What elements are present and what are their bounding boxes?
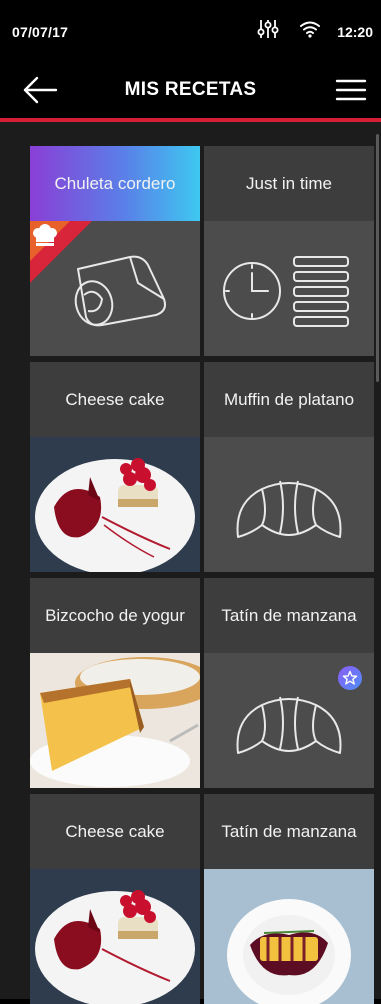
recipe-label: Chuleta cordero: [30, 146, 200, 221]
recipe-tile[interactable]: Tatín de manzana: [204, 578, 374, 788]
recipe-image: [204, 869, 374, 1004]
yogurt-cake-photo: [30, 653, 200, 788]
recipe-label: Muffin de platano: [204, 362, 374, 437]
recipe-image: [30, 653, 200, 788]
recipe-label: Cheese cake: [30, 794, 200, 869]
star-icon[interactable]: [338, 666, 362, 690]
wifi-icon: [299, 20, 321, 43]
recipe-image: [30, 869, 200, 1004]
cheesecake-photo: [30, 437, 200, 572]
hamburger-menu-icon: [335, 79, 367, 101]
recipe-image: [204, 437, 374, 572]
recipe-label: Just in time: [204, 146, 374, 221]
recipe-label: Tatín de manzana: [204, 578, 374, 653]
cheesecake-photo: [30, 869, 200, 1004]
croissant-icon: [236, 480, 342, 538]
recipe-tile[interactable]: Cheese cake: [30, 362, 200, 572]
recipe-label: Bizcocho de yogur: [30, 578, 200, 653]
page-title: MIS RECETAS: [124, 79, 257, 100]
equalizer-icon: [257, 18, 279, 45]
recipe-tile[interactable]: Just in time: [204, 146, 374, 356]
recipe-image: [204, 221, 374, 356]
status-date: 07/07/17: [12, 24, 69, 40]
recipe-label: Cheese cake: [30, 362, 200, 437]
recipe-tile[interactable]: Tatín de manzana: [204, 794, 374, 1004]
recipe-label: Tatín de manzana: [204, 794, 374, 869]
recipe-tile[interactable]: Bizcocho de yogur: [30, 578, 200, 788]
recipe-tile[interactable]: Muffin de platano: [204, 362, 374, 572]
recipe-grid[interactable]: Chuleta cordero Just in time Cheese cake…: [0, 122, 381, 1004]
menu-button[interactable]: [335, 76, 367, 104]
chef-hat-icon: [30, 221, 92, 288]
recipe-tile[interactable]: Cheese cake: [30, 794, 200, 1004]
recipe-tile[interactable]: Chuleta cordero: [30, 146, 200, 356]
scrollbar[interactable]: [376, 134, 379, 382]
clock-trays-icon: [223, 256, 349, 327]
app-header: MIS RECETAS: [0, 62, 381, 118]
status-time: 12:20: [337, 24, 373, 40]
recipe-image: [30, 437, 200, 572]
tatin-plate-photo: [204, 869, 374, 1004]
status-bar: 07/07/17 12:20: [0, 0, 381, 62]
